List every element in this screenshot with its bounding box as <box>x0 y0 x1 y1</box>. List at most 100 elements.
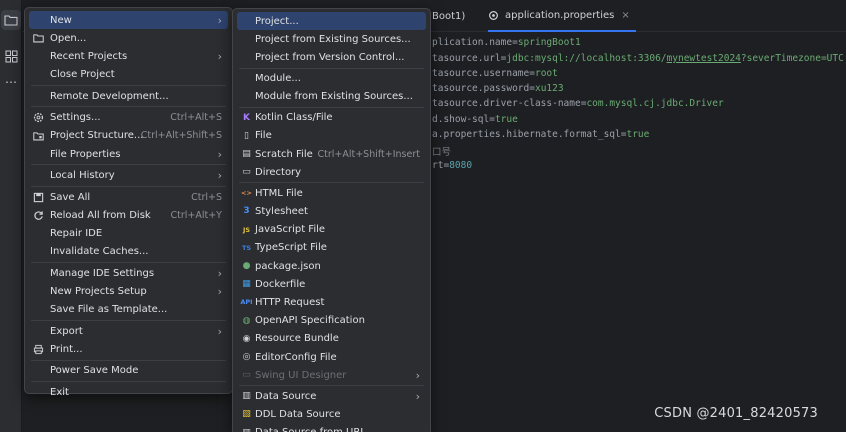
new-menu-item-openapi-specification[interactable]: ◍ OpenAPI Specification <box>237 312 426 330</box>
new-menu-item-html-file[interactable]: <> HTML File <box>237 184 426 202</box>
chevron-right-icon: › <box>217 284 222 298</box>
new-menu-item-javascript-file[interactable]: JS JavaScript File <box>237 221 426 239</box>
api-icon: API <box>240 298 253 307</box>
menu-item-label: Module from Existing Sources... <box>255 91 413 103</box>
file-menu-item-new-projects-setup[interactable]: New Projects Setup › <box>29 282 228 300</box>
url-datasource-icon: ▥ <box>241 427 252 432</box>
menu-separator <box>31 106 226 108</box>
file-menu-item-save-file-as-template[interactable]: Save File as Template... <box>29 301 228 319</box>
javascript-icon: JS <box>242 225 251 234</box>
more-tools-button[interactable]: ⋯ <box>1 72 21 92</box>
new-menu-item-project-from-version-control[interactable]: Project from Version Control... <box>237 48 426 66</box>
menu-separator <box>239 182 424 184</box>
new-menu-item-directory[interactable]: ▭ Directory <box>237 163 426 181</box>
properties-file-icon <box>489 10 498 20</box>
structure-tool-button[interactable] <box>1 46 21 66</box>
new-menu-item-resource-bundle[interactable]: ◉ Resource Bundle <box>237 330 426 348</box>
file-menu-item-print[interactable]: Print... <box>29 340 228 358</box>
code-line: tasource.url=jdbc:mysql://localhost:3306… <box>432 53 844 64</box>
new-menu-item-http-request[interactable]: API HTTP Request <box>237 293 426 311</box>
code-line: a.properties.hibernate.format_sql=true <box>432 129 650 140</box>
menu-item-label: Swing UI Designer <box>255 369 347 381</box>
file-menu-item-export[interactable]: Export › <box>29 322 228 340</box>
menu-item-label: Print... <box>50 343 83 355</box>
tab-application-properties[interactable]: application.properties × <box>488 0 636 32</box>
file-menu-item-local-history[interactable]: Local History › <box>29 167 228 185</box>
new-menu-item-typescript-file[interactable]: TS TypeScript File <box>237 239 426 257</box>
file-menu-item-repair-ide[interactable]: Repair IDE <box>29 224 228 242</box>
folder-icon <box>33 33 44 44</box>
menu-item-label: File Properties <box>50 148 121 160</box>
menu-item-label: OpenAPI Specification <box>255 315 365 327</box>
code-line: tasource.username=root <box>432 68 558 79</box>
file-menu-item-settings[interactable]: Settings... Ctrl+Alt+S <box>29 109 228 127</box>
file-menu-item-open[interactable]: Open... <box>29 29 228 47</box>
html-icon: <> <box>241 189 252 198</box>
chevron-right-icon: › <box>415 368 420 382</box>
file-menu-item-save-all[interactable]: Save All Ctrl+S <box>29 188 228 206</box>
menu-item-label: package.json <box>255 260 321 272</box>
file-menu-item-invalidate-caches[interactable]: Invalidate Caches... <box>29 243 228 261</box>
menu-separator <box>31 185 226 187</box>
new-menu-item-data-source-from-url[interactable]: ▥Data Source from URL <box>237 424 426 432</box>
file-menu-item-power-save-mode[interactable]: Power Save Mode <box>29 362 228 380</box>
menu-item-label: Export <box>50 325 83 337</box>
code-line: tasource.password=xu123 <box>432 83 564 94</box>
new-menu-item-scratch-file[interactable]: ▤ Scratch File Ctrl+Alt+Shift+Insert <box>237 145 426 163</box>
new-menu-item-file[interactable]: ▯ File <box>237 127 426 145</box>
resource-bundle-icon: ◉ <box>242 333 251 344</box>
menu-separator <box>239 385 424 387</box>
menu-item-label: Stylesheet <box>255 205 308 217</box>
menu-item-label: JavaScript File <box>255 224 326 236</box>
menu-item-label: Save All <box>50 191 91 203</box>
file-menu-item-file-properties[interactable]: File Properties › <box>29 145 228 163</box>
ddl-icon: ▧ <box>242 409 251 420</box>
new-menu-item-project[interactable]: Project... <box>237 12 426 30</box>
new-menu-item-package-json[interactable]: ● package.json <box>237 257 426 275</box>
menu-item-shortcut: Ctrl+Alt+S <box>170 112 222 124</box>
file-menu: New › Open... Recent Projects › Close Project… <box>24 7 233 398</box>
menu-item-label: Project Structure... <box>50 130 144 142</box>
menu-item-label: Settings... <box>50 112 101 124</box>
file-menu-item-project-structure[interactable]: Project Structure... Ctrl+Alt+Shift+S <box>29 127 228 145</box>
new-menu-item-kotlin-class-file[interactable]: K Kotlin Class/File <box>237 109 426 127</box>
new-menu-item-data-source[interactable]: ▥ Data Source › <box>237 387 426 405</box>
menu-separator <box>239 67 424 69</box>
tab-label: application.properties <box>505 9 615 21</box>
chevron-right-icon: › <box>217 49 222 63</box>
menu-item-label: Dockerfile <box>255 278 306 290</box>
scratch-file-icon: ▤ <box>242 149 251 159</box>
kotlin-icon: K <box>243 112 250 123</box>
menu-item-label: Local History <box>50 170 115 181</box>
new-menu-item-stylesheet[interactable]: 3 Stylesheet <box>237 202 426 220</box>
new-menu-item-dockerfile[interactable]: ▦ Dockerfile <box>237 275 426 293</box>
new-menu-item-project-from-existing-sources[interactable]: Project from Existing Sources... <box>237 30 426 48</box>
tab-project-file[interactable]: Boot1) <box>432 0 465 32</box>
menu-item-label: Project... <box>255 15 299 27</box>
project-tool-button[interactable] <box>1 10 21 30</box>
new-menu-item-editorconfig-file[interactable]: ◎ EditorConfig File <box>237 348 426 366</box>
menu-item-label: New <box>50 14 72 26</box>
menu-item-label: Exit <box>50 386 69 398</box>
file-menu-item-close-project[interactable]: Close Project <box>29 66 228 84</box>
gear-icon <box>33 112 44 123</box>
file-menu-item-manage-ide-settings[interactable]: Manage IDE Settings › <box>29 264 228 282</box>
code-line: 口号 <box>432 147 452 158</box>
new-menu-item-module[interactable]: Module... <box>237 69 426 87</box>
code-line: rt=8080 <box>432 160 473 171</box>
chevron-right-icon: › <box>217 266 222 280</box>
file-menu-item-exit[interactable]: Exit <box>29 383 228 401</box>
watermark: CSDN @2401_82420573 <box>654 406 818 421</box>
menu-item-shortcut: Ctrl+S <box>191 191 222 203</box>
new-menu-item-ddl-data-source[interactable]: ▧ DDL Data Source <box>237 405 426 423</box>
menu-separator <box>31 381 226 383</box>
menu-item-label: HTTP Request <box>255 296 325 308</box>
npm-icon: ● <box>242 261 251 271</box>
file-menu-item-reload-all-from-disk[interactable]: Reload All from Disk Ctrl+Alt+Y <box>29 206 228 224</box>
new-menu-item-module-from-existing-sources[interactable]: Module from Existing Sources... <box>237 88 426 106</box>
close-icon[interactable]: × <box>621 10 629 21</box>
file-menu-item-remote-development[interactable]: Remote Development... <box>29 87 228 105</box>
file-menu-item-new[interactable]: New › <box>29 11 228 29</box>
menu-separator <box>31 84 226 86</box>
file-menu-item-recent-projects[interactable]: Recent Projects › <box>29 47 228 65</box>
